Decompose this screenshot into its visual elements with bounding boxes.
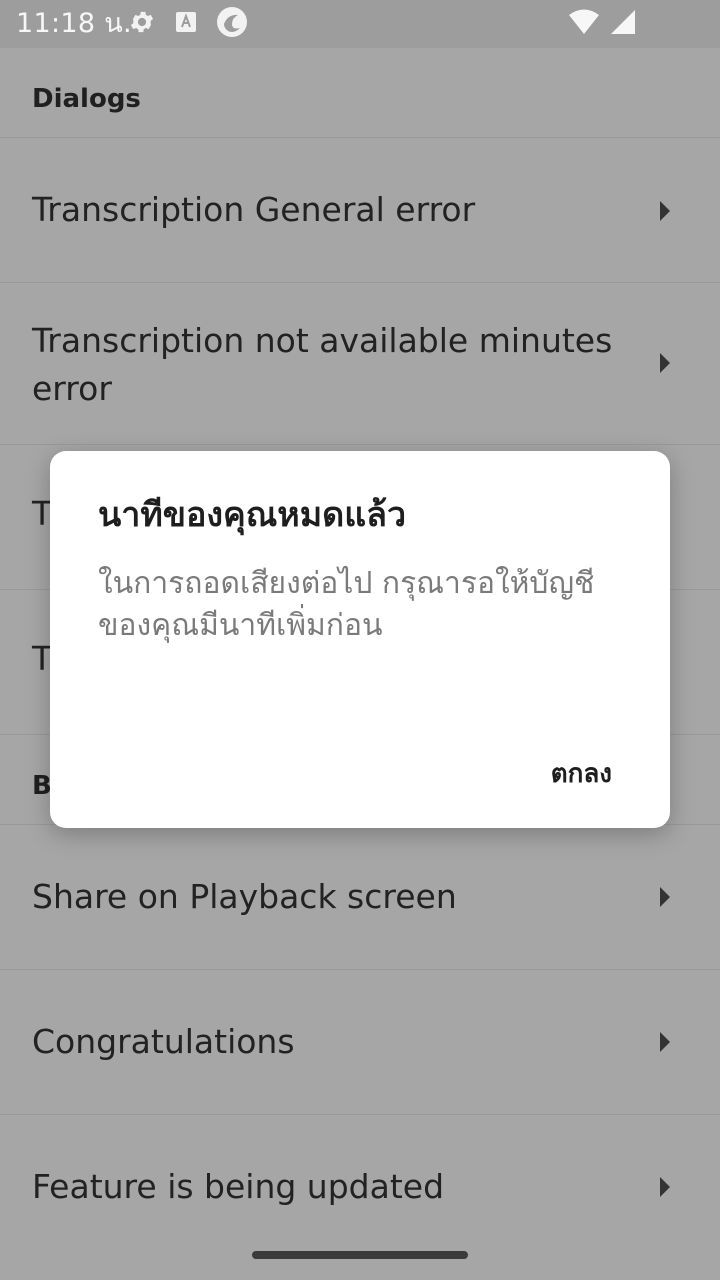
dialog-title: นาทีของคุณหมดแล้ว — [98, 495, 407, 535]
ok-button[interactable]: ตกลง — [543, 749, 620, 798]
gesture-nav-handle[interactable] — [252, 1251, 468, 1259]
dialog-message: ในการถอดเสียงต่อไป กรุณารอให้บัญชีของคุณ… — [98, 566, 595, 643]
alert-dialog: นาทีของคุณหมดแล้ว ในการถอดเสียงต่อไป กรุ… — [50, 451, 670, 828]
